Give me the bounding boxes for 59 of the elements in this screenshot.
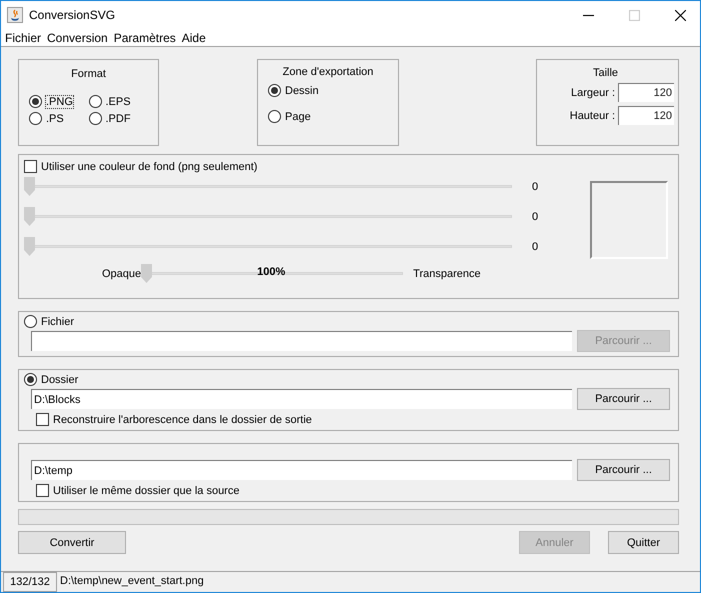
slider-thumb[interactable] <box>141 264 152 283</box>
slider-value: 0 <box>532 180 538 192</box>
menu-item[interactable]: Fichier <box>5 30 42 44</box>
menu-item[interactable]: Aide <box>182 30 206 44</box>
radio-button[interactable] <box>268 84 281 97</box>
close-icon[interactable] <box>675 10 686 20</box>
path-field[interactable]: D:\temp <box>31 460 572 480</box>
option-label: .PDF <box>106 112 131 124</box>
panel-title: Zone d'exportation <box>282 66 374 78</box>
option-label: .PNG <box>46 96 73 108</box>
slider-value: 0 <box>532 240 538 252</box>
radio-label: Fichier <box>41 316 74 328</box>
window-title: ConversionSVG <box>29 8 116 22</box>
slider-value: 0 <box>532 210 538 222</box>
field-label: Largeur : <box>570 86 615 98</box>
browse-button[interactable]: Parcourir ... <box>577 459 670 481</box>
checkbox-label: Utiliser le même dossier que la source <box>53 484 240 496</box>
panel-title: Format <box>70 68 107 80</box>
slider-label: Transparence <box>413 268 481 280</box>
status-count: 132/132 <box>3 572 57 592</box>
option-label: Dessin <box>285 84 319 96</box>
slider-thumb[interactable] <box>24 177 35 196</box>
slider-label: Opaque <box>102 268 142 280</box>
checkbox-label: Reconstruire l'arborescence dans le dossier de sortie <box>53 414 312 426</box>
number-field[interactable]: 120 <box>618 83 674 102</box>
status-path: D:\temp\new_event_start.png <box>59 574 204 589</box>
radio-button[interactable] <box>88 95 102 108</box>
checkbox[interactable] <box>24 160 37 173</box>
slider-track[interactable] <box>24 177 512 196</box>
slider-value: 100% <box>257 266 286 278</box>
slider-thumb[interactable] <box>24 237 35 256</box>
action-button[interactable]: Convertir <box>18 531 126 554</box>
radio-button[interactable] <box>88 112 102 125</box>
slider-thumb[interactable] <box>24 207 35 226</box>
panel-title: Taille <box>592 67 620 79</box>
app-icon <box>7 7 23 23</box>
path-field[interactable] <box>31 331 572 351</box>
field-label: Hauteur : <box>570 110 615 122</box>
radio-label: Dossier <box>41 374 78 386</box>
slider-track[interactable] <box>141 264 404 283</box>
action-button[interactable]: Quitter <box>608 531 679 554</box>
slider-track[interactable] <box>24 237 512 256</box>
radio-button[interactable] <box>29 95 42 108</box>
slider-track[interactable] <box>24 207 512 226</box>
browse-button[interactable]: Parcourir ... <box>577 388 670 410</box>
checkbox[interactable] <box>36 413 49 426</box>
radio-button[interactable] <box>24 373 37 386</box>
radio-button[interactable] <box>29 112 42 125</box>
radio-button[interactable] <box>268 110 281 123</box>
checkbox[interactable] <box>36 484 49 497</box>
number-field[interactable]: 120 <box>618 106 674 125</box>
menu-item[interactable]: Conversion <box>47 30 108 44</box>
option-label: .EPS <box>106 96 131 108</box>
path-field[interactable]: D:\Blocks <box>31 389 572 409</box>
checkbox-label: Utiliser une couleur de fond (png seulement) <box>41 160 258 172</box>
option-label: .PS <box>46 112 64 124</box>
radio-button[interactable] <box>24 315 37 328</box>
menu-item[interactable]: Paramètres <box>114 30 176 44</box>
option-label: Page <box>285 110 311 122</box>
